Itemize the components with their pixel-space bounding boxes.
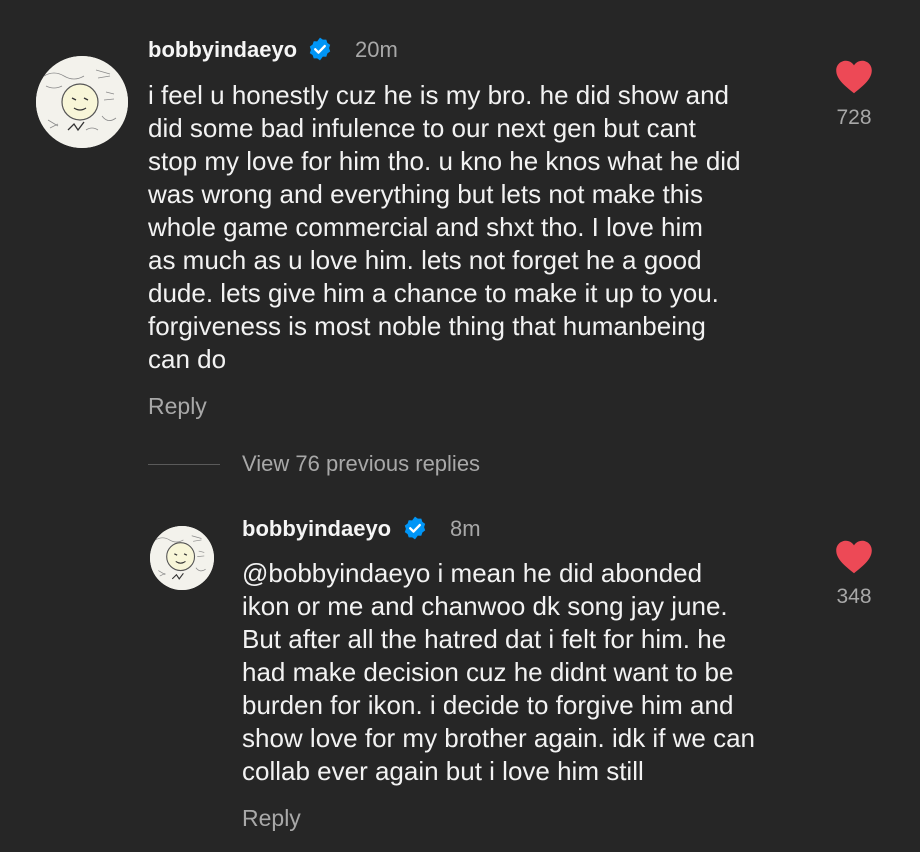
comment-text-line: whole game commercial and shxt tho. I lo…: [148, 212, 703, 242]
reply-text-line: ikon or me and chanwoo dk song jay june.: [242, 591, 728, 621]
verified-badge-icon: [402, 515, 428, 541]
avatar[interactable]: [36, 56, 128, 148]
comment-text-line: forgiveness is most noble thing that hum…: [148, 311, 706, 341]
view-previous-replies-button[interactable]: View 76 previous replies: [242, 451, 480, 477]
reply-text-line: But after all the hatred dat i felt for …: [242, 624, 727, 654]
comment-text-line: dude. lets give him a chance to make it …: [148, 278, 719, 308]
like-count: 728: [836, 106, 872, 129]
comments-thread: bobbyindaeyo 20m i feel u honestly cuz h…: [0, 0, 920, 852]
reply-text-line: had make decision cuz he didnt want to b…: [242, 657, 734, 687]
reply-button[interactable]: Reply: [242, 805, 301, 832]
comment-text-line: i feel u honestly cuz he is my bro. he d…: [148, 80, 729, 110]
comment-text-line: was wrong and everything but lets not ma…: [148, 179, 703, 209]
reply-timestamp: 8m: [450, 516, 481, 541]
reply-text: @bobbyindaeyo i mean he did abonded ikon…: [242, 557, 755, 788]
like-heart-icon[interactable]: [835, 540, 873, 574]
verified-badge-icon: [307, 36, 333, 62]
like-heart-icon[interactable]: [835, 60, 873, 94]
reply-text-line: collab ever again but i love him still: [242, 756, 644, 786]
replies-divider: [148, 464, 220, 465]
reply-username[interactable]: bobbyindaeyo: [242, 516, 391, 542]
reply-button[interactable]: Reply: [148, 393, 207, 420]
comment-timestamp: 20m: [355, 37, 398, 62]
like-count: 348: [836, 585, 872, 608]
avatar[interactable]: [150, 526, 214, 590]
reply-text-line: burden for ikon. i decide to forgive him…: [242, 690, 734, 720]
comment-text-line: as much as u love him. lets not forget h…: [148, 245, 702, 275]
avatar-doodle-icon: [36, 56, 128, 148]
reply-text-line: @bobbyindaeyo i mean he did abonded: [242, 558, 703, 588]
comment-text-line: can do: [148, 344, 227, 374]
reply-text-line: show love for my brother again. idk if w…: [242, 723, 756, 753]
comment-text-line: stop my love for him tho. u kno he knos …: [148, 146, 741, 176]
comment-text: i feel u honestly cuz he is my bro. he d…: [148, 79, 741, 376]
avatar-doodle-icon: [150, 526, 214, 590]
comment-username[interactable]: bobbyindaeyo: [148, 37, 297, 63]
comment-text-line: did some bad infulence to our next gen b…: [148, 113, 696, 143]
